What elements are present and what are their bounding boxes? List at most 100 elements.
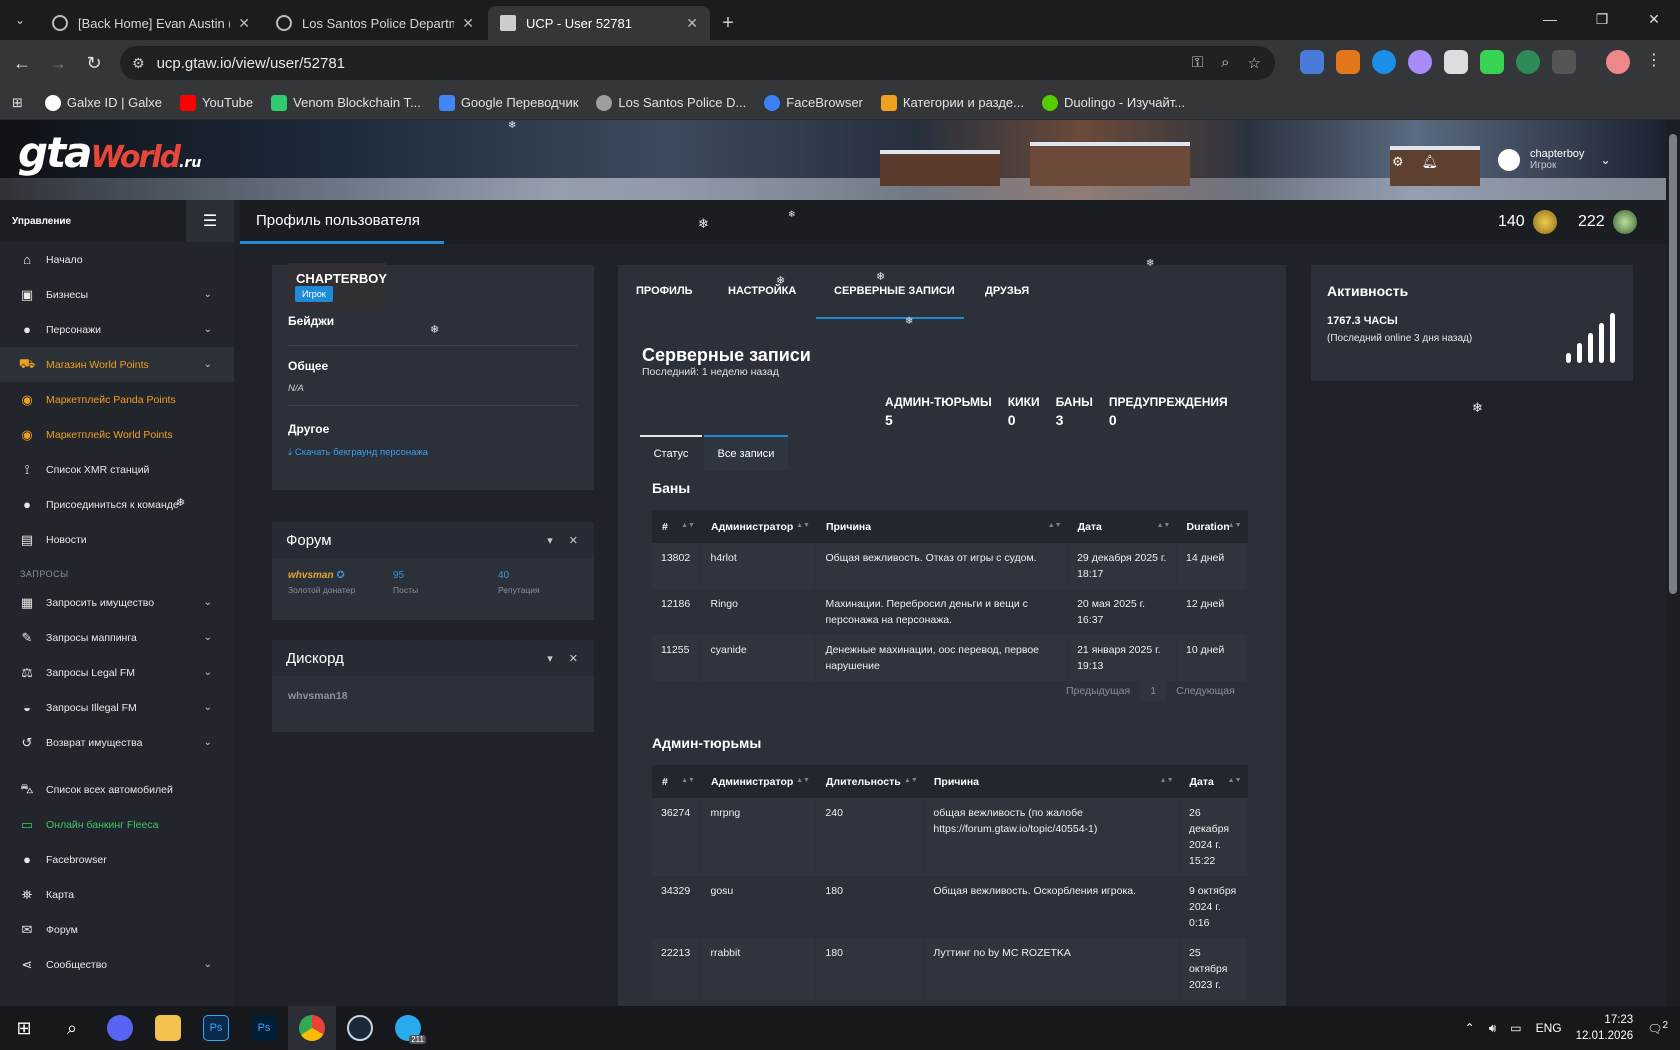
column-header[interactable]: # ▲▼: [652, 510, 701, 543]
translate-extension-icon[interactable]: [1300, 50, 1324, 74]
reload-button[interactable]: ↻: [76, 53, 112, 74]
bookmark-item[interactable]: Duolingo - Изучайт...: [1042, 94, 1185, 111]
telegram-icon[interactable]: 211: [384, 1006, 432, 1050]
hamburger-menu-icon[interactable]: ☰: [186, 200, 234, 242]
site-logo[interactable]: gtaWorld.ru: [18, 128, 201, 177]
tab-friends[interactable]: ДРУЗЬЯ: [985, 285, 1029, 297]
forward-button[interactable]: →: [40, 53, 76, 74]
collapse-icon[interactable]: ▾: [547, 534, 553, 547]
bell-icon[interactable]: 🔔︎: [1422, 154, 1439, 170]
chevron-down-icon[interactable]: ⌄: [204, 597, 212, 608]
sidebar-item[interactable]: ⛟ Магазин World Points ⌄: [0, 347, 234, 382]
star-icon[interactable]: ☆: [1248, 54, 1261, 72]
clock[interactable]: 17:23 12.01.2026: [1576, 1012, 1634, 1044]
tab-settings[interactable]: НАСТРОЙКА: [728, 285, 796, 297]
chevron-down-icon[interactable]: ⌄: [204, 737, 212, 748]
collapse-icon[interactable]: ▾: [547, 652, 553, 665]
chevron-down-icon[interactable]: ⌄: [204, 632, 212, 643]
settings-gear-icon[interactable]: ⚙: [1392, 154, 1404, 170]
column-header[interactable]: Администратор ▲▼: [700, 765, 816, 798]
sidebar-item[interactable]: ▣ Бизнесы ⌄: [0, 277, 234, 312]
kebab-menu-icon[interactable]: ⋮: [1642, 50, 1666, 74]
zoom-icon[interactable]: ⌕: [1221, 54, 1229, 72]
sidebar-item[interactable]: ● Facebrowser: [0, 842, 234, 877]
key-icon[interactable]: ⚿: [1192, 54, 1203, 72]
browser-tab-2[interactable]: Los Santos Police Department - ✕: [264, 6, 486, 40]
bookmark-item[interactable]: Категории и разде...: [880, 94, 1024, 111]
notifications-icon[interactable]: 🗨︎2: [1647, 1020, 1668, 1036]
close-window-button[interactable]: ✕: [1628, 0, 1680, 38]
column-header[interactable]: Причина ▲▼: [923, 765, 1180, 798]
tab-search-button[interactable]: ⌄: [0, 0, 40, 40]
chat-extension-icon[interactable]: [1516, 50, 1540, 74]
chevron-down-icon[interactable]: ⌄: [204, 702, 212, 713]
browser-tab-1[interactable]: [Back Home] Evan Austin (whvsman ✕: [40, 6, 262, 40]
close-icon[interactable]: ✕: [462, 15, 474, 32]
app-icon[interactable]: [96, 1006, 144, 1050]
pager-next-button[interactable]: Следующая: [1168, 685, 1243, 701]
scrollbar-thumb[interactable]: [1669, 134, 1677, 594]
photoshop-icon[interactable]: Ps: [192, 1006, 240, 1050]
bookmark-item[interactable]: Los Santos Police D...: [596, 94, 746, 111]
search-icon[interactable]: ⌕: [48, 1006, 96, 1050]
tab-server-records[interactable]: СЕРВЕРНЫЕ ЗАПИСИ: [834, 285, 955, 297]
chevron-down-icon[interactable]: ⌄: [204, 959, 212, 970]
column-header[interactable]: Длительность ▲▼: [815, 765, 924, 798]
sidebar-item[interactable]: ✎ Запросы маппинга ⌄: [0, 620, 234, 655]
chevron-down-icon[interactable]: ⌄: [204, 359, 212, 370]
sidebar-item[interactable]: ▭ Онлайн банкинг Fleeca: [0, 807, 234, 842]
chevron-down-icon[interactable]: ⌄: [1600, 153, 1610, 167]
pager-prev-button[interactable]: Предыдущая: [1058, 685, 1138, 701]
bookmark-item[interactable]: YouTube: [180, 94, 253, 111]
apps-grid-icon[interactable]: ⊞: [12, 95, 23, 111]
sidebar-item[interactable]: ⟟ Список XMR станций: [0, 452, 234, 487]
column-header[interactable]: Администратор ▲▼: [700, 510, 816, 543]
dice-extension-icon[interactable]: [1480, 50, 1504, 74]
sidebar-item[interactable]: ✉ Форум: [0, 912, 234, 947]
sidebar-item[interactable]: ↺ Возврат имущества ⌄: [0, 725, 234, 760]
site-info-icon[interactable]: ⚙: [132, 55, 145, 72]
bookmark-item[interactable]: Galxe ID | Galxe: [44, 94, 162, 111]
sidebar-item[interactable]: ● Персонажи ⌄: [0, 312, 234, 347]
qr-extension-icon[interactable]: [1444, 50, 1468, 74]
sidebar-item[interactable]: ⚖ Запросы Legal FM ⌄: [0, 655, 234, 690]
column-header[interactable]: Duration ▲▼: [1176, 510, 1248, 543]
column-header[interactable]: Дата ▲▼: [1179, 765, 1248, 798]
column-header[interactable]: Дата ▲▼: [1067, 510, 1177, 543]
bookmark-item[interactable]: FaceBrowser: [764, 94, 863, 111]
profile-avatar[interactable]: [1606, 50, 1630, 74]
photoshop-icon[interactable]: Ps: [240, 1006, 288, 1050]
close-icon[interactable]: ✕: [238, 15, 250, 32]
shazam-extension-icon[interactable]: [1372, 50, 1396, 74]
new-tab-button[interactable]: +: [712, 6, 744, 40]
network-icon[interactable]: ▭: [1510, 1021, 1521, 1035]
bookmark-item[interactable]: Venom Blockchain T...: [271, 94, 421, 111]
sidebar-item[interactable]: ● Присоединиться к команде: [0, 487, 234, 522]
restore-button[interactable]: ❐: [1576, 0, 1628, 38]
minimize-button[interactable]: —: [1524, 0, 1576, 38]
pager-page-1[interactable]: 1: [1140, 681, 1167, 701]
address-bar[interactable]: ⚙ ucp.gtaw.io/view/user/52781 ⚿ ⌕ ☆: [120, 46, 1275, 80]
file-explorer-icon[interactable]: [144, 1006, 192, 1050]
sidebar-item[interactable]: ◉ Маркетплейс World Points: [0, 417, 234, 452]
chevron-up-icon[interactable]: ⌃: [1465, 1021, 1475, 1035]
close-icon[interactable]: ✕: [686, 15, 698, 32]
windows-start-icon[interactable]: ⊞: [0, 1006, 48, 1050]
bookmark-item[interactable]: Google Переводчик: [438, 94, 578, 111]
volume-icon[interactable]: 🔊︎: [1489, 1021, 1497, 1036]
chevron-down-icon[interactable]: ⌄: [204, 324, 212, 335]
browser-tab-3[interactable]: UCP - User 52781 ✕: [488, 6, 710, 40]
close-icon[interactable]: ✕: [569, 534, 578, 547]
chevron-down-icon[interactable]: ⌄: [204, 667, 212, 678]
sidebar-item[interactable]: ⛍ Список всех автомобилей: [0, 772, 234, 807]
language-indicator[interactable]: ENG: [1536, 1021, 1562, 1035]
sidebar-item[interactable]: ⋖ Сообщество ⌄: [0, 947, 234, 982]
back-button[interactable]: ←: [4, 53, 40, 74]
user-menu[interactable]: chapterboy Игрок ⌄: [1498, 148, 1611, 171]
metamask-extension-icon[interactable]: [1336, 50, 1360, 74]
chevron-down-icon[interactable]: ⌄: [204, 289, 212, 300]
chrome-icon[interactable]: [288, 1006, 336, 1050]
subtab-all-records[interactable]: Все записи: [704, 435, 788, 470]
download-background-link[interactable]: ⤓ Скачать бекграунд персонажа: [288, 447, 428, 458]
steam-icon[interactable]: [336, 1006, 384, 1050]
